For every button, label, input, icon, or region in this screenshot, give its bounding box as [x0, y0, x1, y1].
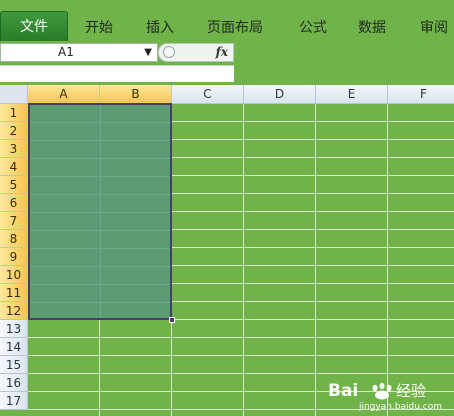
selected-range[interactable]: [28, 103, 172, 320]
row-header-9[interactable]: 9: [0, 248, 28, 266]
column-header-c[interactable]: C: [172, 85, 244, 104]
selection-row-divider: [30, 284, 170, 285]
row-header-2[interactable]: 2: [0, 122, 28, 140]
column-header-b[interactable]: B: [100, 85, 172, 104]
row-header-15[interactable]: 15: [0, 356, 28, 374]
grid-column-line: [315, 104, 316, 416]
fill-handle[interactable]: [169, 317, 175, 323]
name-box[interactable]: A1 ▼: [0, 43, 158, 62]
column-header-e[interactable]: E: [316, 85, 388, 104]
row-header-14[interactable]: 14: [0, 338, 28, 356]
selection-row-divider: [30, 230, 170, 231]
tab-data[interactable]: 数据: [358, 17, 386, 37]
tab-review[interactable]: 审阅: [420, 17, 448, 37]
watermark-brand-2: 经验: [396, 382, 426, 400]
name-box-value: A1: [58, 45, 74, 59]
row-header-11[interactable]: 11: [0, 284, 28, 302]
selection-row-divider: [30, 158, 170, 159]
grid-row-line: [28, 373, 454, 374]
tab-page-layout[interactable]: 页面布局: [207, 17, 263, 37]
grid-column-line: [387, 104, 388, 416]
selection-row-divider: [30, 302, 170, 303]
column-header-d[interactable]: D: [244, 85, 316, 104]
column-header-a[interactable]: A: [28, 85, 100, 104]
insert-function-icon[interactable]: fx: [216, 45, 228, 59]
row-header-4[interactable]: 4: [0, 158, 28, 176]
expand-handle-icon[interactable]: [163, 46, 175, 58]
selection-row-divider: [30, 266, 170, 267]
row-header-8[interactable]: 8: [0, 230, 28, 248]
baidu-jingyan-watermark: Bai 经验 jingyan.baidu.com: [328, 380, 450, 412]
formula-controls: fx: [158, 43, 234, 62]
row-header-5[interactable]: 5: [0, 176, 28, 194]
dropdown-arrow-icon[interactable]: ▼: [144, 44, 152, 61]
formula-bar: A1 ▼ fx: [0, 41, 454, 65]
tab-formulas[interactable]: 公式: [299, 17, 327, 37]
formula-input[interactable]: [0, 65, 234, 82]
baidu-logo-icon: Bai 经验: [328, 381, 426, 400]
selection-row-divider: [30, 122, 170, 123]
selection-row-divider: [30, 176, 170, 177]
tab-home[interactable]: 开始: [85, 17, 113, 37]
row-header-10[interactable]: 10: [0, 266, 28, 284]
row-header-7[interactable]: 7: [0, 212, 28, 230]
selection-row-divider: [30, 194, 170, 195]
ribbon-tabs: 文件 开始 插入 页面布局 公式 数据 审阅: [0, 0, 454, 41]
row-header-13[interactable]: 13: [0, 320, 28, 338]
row-header-16[interactable]: 16: [0, 374, 28, 392]
row-header-1[interactable]: 1: [0, 104, 28, 122]
column-header-f[interactable]: F: [388, 85, 454, 104]
watermark-url: jingyan.baidu.com: [358, 402, 442, 412]
row-header-17[interactable]: 17: [0, 392, 28, 410]
row-header-12[interactable]: 12: [0, 302, 28, 320]
grid-column-line: [243, 104, 244, 416]
select-all-corner[interactable]: [0, 85, 28, 104]
tab-insert[interactable]: 插入: [146, 17, 174, 37]
grid-row-line: [28, 355, 454, 356]
grid-row-line: [28, 337, 454, 338]
row-header-3[interactable]: 3: [0, 140, 28, 158]
tab-file[interactable]: 文件: [0, 11, 68, 41]
row-header-6[interactable]: 6: [0, 194, 28, 212]
selection-row-divider: [30, 212, 170, 213]
selection-row-divider: [30, 248, 170, 249]
selection-row-divider: [30, 140, 170, 141]
watermark-brand: Bai: [328, 381, 358, 400]
